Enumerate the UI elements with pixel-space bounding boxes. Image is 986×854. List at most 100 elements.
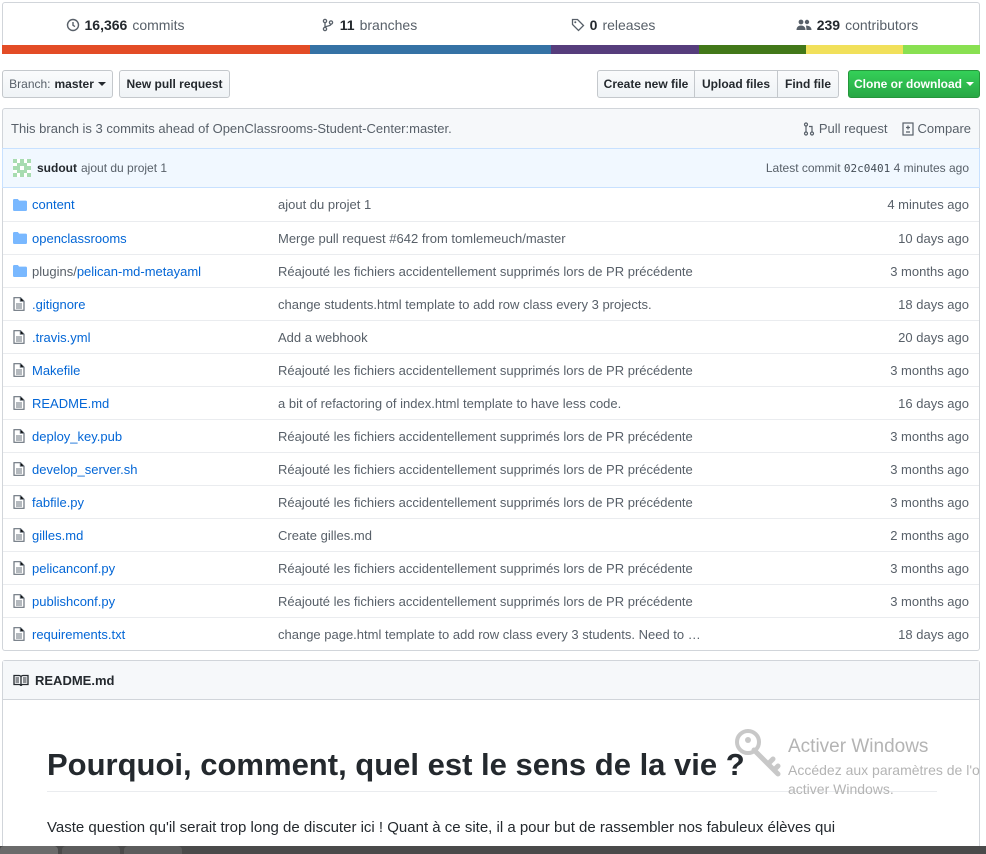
find-file-button[interactable]: Find file bbox=[777, 70, 839, 98]
commit-age: 4 minutes ago bbox=[893, 161, 969, 175]
file-name-link[interactable]: content bbox=[32, 197, 278, 212]
file-name-link[interactable]: pelicanconf.py bbox=[32, 561, 278, 576]
chevron-down-icon bbox=[966, 82, 974, 86]
commit-author[interactable]: sudout bbox=[37, 161, 77, 175]
file-name-link[interactable]: .travis.yml bbox=[32, 330, 278, 345]
taskbar-app-button[interactable] bbox=[124, 846, 182, 854]
file-commit-message[interactable]: Réajouté les fichiers accidentellement s… bbox=[278, 594, 859, 609]
repo-summary: 16,366 commits 11 branches 0 releases 23… bbox=[2, 2, 980, 54]
file-commit-age: 3 months ago bbox=[890, 362, 969, 378]
folder-icon bbox=[3, 265, 32, 277]
avatar[interactable] bbox=[13, 159, 31, 177]
file-name[interactable]: gilles.md bbox=[32, 528, 83, 543]
readme-filename[interactable]: README.md bbox=[35, 673, 114, 688]
taskbar-app-button[interactable] bbox=[62, 846, 120, 854]
file-name-link[interactable]: .gitignore bbox=[32, 297, 278, 312]
language-bar-segment[interactable] bbox=[2, 45, 311, 54]
compare-link[interactable]: Compare bbox=[901, 121, 971, 136]
file-name[interactable]: .gitignore bbox=[32, 297, 85, 312]
branches-label: branches bbox=[359, 17, 418, 33]
file-commit-message[interactable]: Merge pull request #642 from tomlemeuch/… bbox=[278, 231, 859, 246]
file-name[interactable]: develop_server.sh bbox=[32, 462, 138, 477]
file-row: content ajout du projet 1 4 minutes ago bbox=[3, 188, 979, 221]
language-bar-segment[interactable] bbox=[805, 45, 903, 54]
file-name[interactable]: requirements.txt bbox=[32, 627, 125, 642]
file-name[interactable]: publishconf.py bbox=[32, 594, 115, 609]
branch-status-text: This branch is 3 commits ahead of OpenCl… bbox=[11, 121, 452, 136]
file-name[interactable]: fabfile.py bbox=[32, 495, 84, 510]
file-name-link[interactable]: fabfile.py bbox=[32, 495, 278, 510]
file-commit-age: 3 months ago bbox=[890, 494, 969, 510]
file-name[interactable]: .travis.yml bbox=[32, 330, 91, 345]
file-commit-message[interactable]: Réajouté les fichiers accidentellement s… bbox=[278, 495, 859, 510]
language-bar[interactable] bbox=[2, 45, 980, 54]
file-commit-age: 16 days ago bbox=[898, 395, 969, 411]
file-name[interactable]: pelicanconf.py bbox=[32, 561, 115, 576]
file-row: README.md a bit of refactoring of index.h… bbox=[3, 386, 979, 419]
file-name[interactable]: Makefile bbox=[32, 363, 80, 378]
file-name[interactable]: openclassrooms bbox=[32, 231, 127, 246]
file-name-link[interactable]: publishconf.py bbox=[32, 594, 278, 609]
file-commit-message[interactable]: change page.html template to add row cla… bbox=[278, 627, 859, 642]
branches-link[interactable]: 11 branches bbox=[247, 17, 491, 33]
folder-icon bbox=[3, 232, 32, 244]
pull-request-link[interactable]: Pull request bbox=[803, 121, 888, 136]
create-new-file-button[interactable]: Create new file bbox=[597, 70, 695, 98]
commit-message[interactable]: ajout du projet 1 bbox=[81, 161, 167, 175]
language-bar-segment[interactable] bbox=[902, 45, 980, 54]
file-commit-age: 3 months ago bbox=[890, 461, 969, 477]
new-pull-request-button[interactable]: New pull request bbox=[119, 70, 230, 98]
file-name[interactable]: README.md bbox=[32, 396, 109, 411]
file-name[interactable]: content bbox=[32, 197, 75, 212]
file-commit-message[interactable]: Add a webhook bbox=[278, 330, 859, 345]
file-commit-age: 3 months ago bbox=[890, 263, 969, 279]
watermark-line-2: activer Windows. bbox=[788, 781, 894, 797]
file-row: publishconf.py Réajouté les fichiers acci… bbox=[3, 584, 979, 617]
file-name-link[interactable]: requirements.txt bbox=[32, 627, 278, 642]
file-commit-message[interactable]: Create gilles.md bbox=[278, 528, 859, 543]
file-row: plugins/pelican-md-metayaml Réajouté les … bbox=[3, 254, 979, 287]
file-commit-message[interactable]: Réajouté les fichiers accidentellement s… bbox=[278, 462, 859, 477]
branch-select-button[interactable]: Branch: master bbox=[2, 70, 113, 98]
language-bar-segment[interactable] bbox=[310, 45, 551, 54]
file-commit-message[interactable]: Réajouté les fichiers accidentellement s… bbox=[278, 264, 859, 279]
pull-request-label: Pull request bbox=[818, 121, 888, 136]
releases-link[interactable]: 0 releases bbox=[491, 17, 735, 33]
file-commit-message[interactable]: Réajouté les fichiers accidentellement s… bbox=[278, 429, 859, 444]
commit-sha[interactable]: 02c0401 bbox=[844, 162, 890, 175]
file-name-link[interactable]: README.md bbox=[32, 396, 278, 411]
file-commit-message[interactable]: change students.html template to add row… bbox=[278, 297, 859, 312]
chevron-down-icon bbox=[97, 82, 106, 86]
file-icon bbox=[3, 594, 32, 608]
contributors-link[interactable]: 239 contributors bbox=[735, 17, 979, 33]
file-commit-message[interactable]: Réajouté les fichiers accidentellement s… bbox=[278, 363, 859, 378]
file-icon bbox=[3, 528, 32, 542]
upload-files-button[interactable]: Upload files bbox=[694, 70, 778, 98]
people-icon bbox=[796, 19, 812, 30]
file-name[interactable]: deploy_key.pub bbox=[32, 429, 122, 444]
clone-label: Clone or download bbox=[854, 77, 962, 91]
taskbar-start-button[interactable] bbox=[0, 846, 58, 854]
commits-link[interactable]: 16,366 commits bbox=[3, 17, 247, 33]
file-icon bbox=[3, 297, 32, 311]
file-commit-message[interactable]: Réajouté les fichiers accidentellement s… bbox=[278, 561, 859, 576]
file-name-link[interactable]: deploy_key.pub bbox=[32, 429, 278, 444]
file-icon bbox=[3, 396, 32, 410]
releases-label: releases bbox=[602, 17, 656, 33]
file-name-link[interactable]: Makefile bbox=[32, 363, 278, 378]
readme-header: README.md bbox=[3, 661, 979, 700]
file-actions-group: Create new file Upload files Find file bbox=[597, 70, 839, 99]
file-name-link[interactable]: plugins/pelican-md-metayaml bbox=[32, 264, 278, 279]
file-name-link[interactable]: develop_server.sh bbox=[32, 462, 278, 477]
clone-or-download-button[interactable]: Clone or download bbox=[848, 70, 980, 98]
file-name[interactable]: pelican-md-metayaml bbox=[77, 264, 201, 279]
language-bar-segment[interactable] bbox=[699, 45, 806, 54]
os-taskbar bbox=[0, 846, 986, 854]
file-commit-message[interactable]: ajout du projet 1 bbox=[278, 197, 859, 212]
file-commit-message[interactable]: a bit of refactoring of index.html templ… bbox=[278, 396, 859, 411]
file-name-link[interactable]: gilles.md bbox=[32, 528, 278, 543]
file-row: gilles.md Create gilles.md 2 months ago bbox=[3, 518, 979, 551]
readme-paragraph: Vaste question qu'il serait trop long de… bbox=[47, 819, 836, 836]
language-bar-segment[interactable] bbox=[550, 45, 700, 54]
file-name-link[interactable]: openclassrooms bbox=[32, 231, 278, 246]
